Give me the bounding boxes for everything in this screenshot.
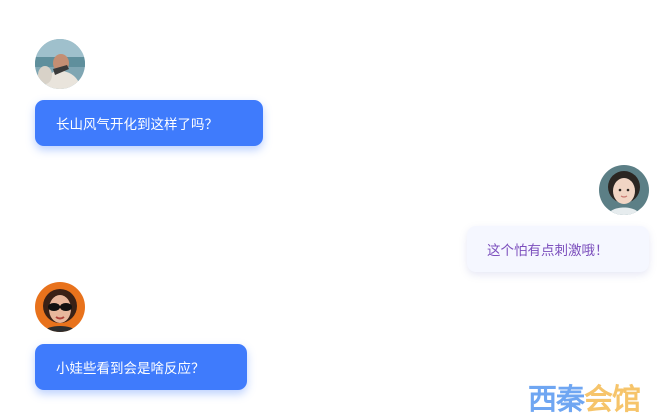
avatar-woman-beach[interactable] — [35, 39, 85, 89]
message-bubble-outgoing: 这个怕有点刺激哦！ — [467, 226, 649, 272]
message-bubble-incoming: 长山风气开化到这样了吗？ — [35, 100, 263, 146]
avatar-woman-sunglasses[interactable] — [35, 282, 85, 332]
message-bubble-incoming: 小娃些看到会是啥反应？ — [35, 344, 247, 390]
watermark-part1: 西秦 — [528, 382, 585, 416]
avatar-girl-portrait[interactable] — [599, 165, 649, 215]
watermark-part2: 会馆 — [584, 382, 641, 416]
watermark-logo: 西秦会馆 — [528, 376, 641, 418]
